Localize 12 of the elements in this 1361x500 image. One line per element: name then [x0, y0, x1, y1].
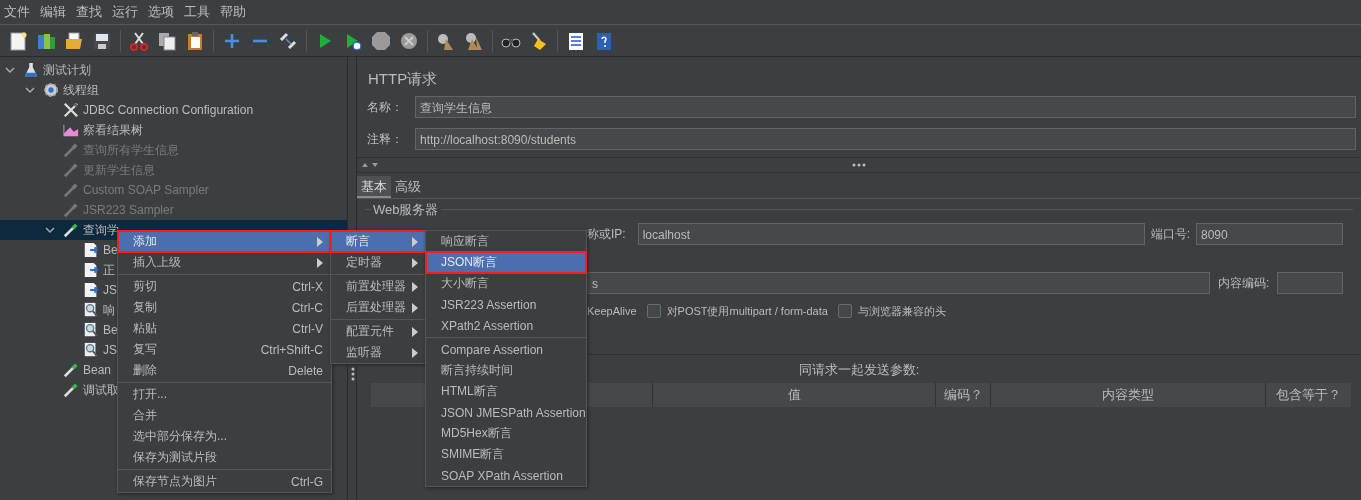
section-title: 同请求一起发送参数:	[798, 362, 920, 377]
checkbox-label: 对POST使用multipart / form-data	[666, 303, 828, 319]
field-label: 名称：	[367, 98, 404, 116]
field-label: 端口号:	[1150, 225, 1190, 243]
field-label: 内容编码:	[1218, 274, 1270, 292]
checkbox-label: 与浏览器兼容的头	[857, 303, 946, 319]
field-label: 称或IP:	[587, 225, 626, 243]
column-header: 包含等于？	[1275, 386, 1342, 404]
panel-title: HTTP请求	[367, 69, 439, 89]
group-title: Web服务器	[371, 201, 441, 219]
option-label: KeepAlive	[587, 305, 637, 317]
field-label: 注释：	[367, 130, 404, 148]
